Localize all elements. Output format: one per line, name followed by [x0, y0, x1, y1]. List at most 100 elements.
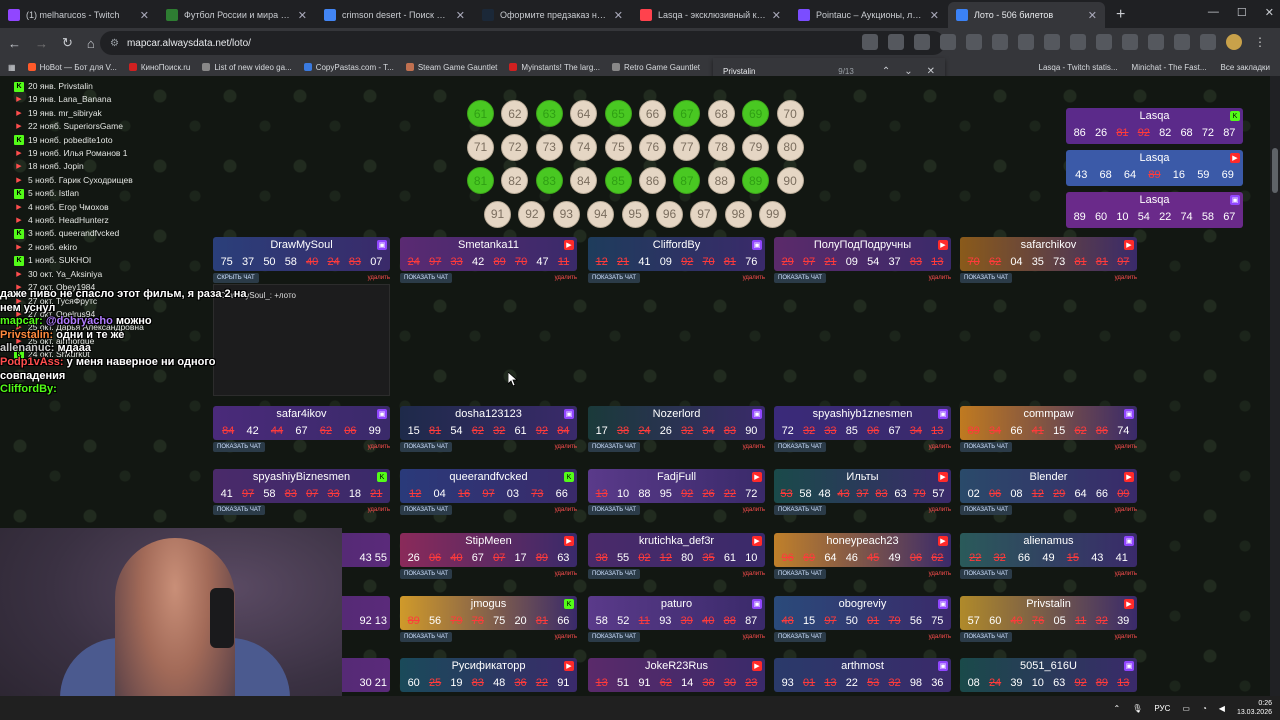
delete-ticket-link[interactable]: удалить — [1115, 571, 1137, 577]
extension-icon-5[interactable] — [1070, 34, 1086, 50]
delete-ticket-link[interactable]: удалить — [743, 507, 765, 513]
show-chat-button[interactable]: ПОКАЗАТЬ ЧАТ — [400, 569, 453, 579]
show-chat-button[interactable]: ПОКАЗАТЬ ЧАТ — [588, 632, 641, 642]
menu-kebab-icon[interactable]: ⋮ — [1252, 34, 1268, 50]
display-icon[interactable]: ▭ — [1182, 704, 1190, 713]
bookmark-item[interactable]: КиноПоиск.ru — [128, 63, 190, 72]
hide-chat-button[interactable]: СКРЫТЬ ЧАТ — [213, 273, 259, 283]
tab-close-icon[interactable]: ✕ — [140, 9, 149, 22]
extension-icon-3[interactable] — [1018, 34, 1034, 50]
browser-tab[interactable]: Оформите предзаказ на Crim ✕ — [474, 2, 631, 28]
delete-ticket-link[interactable]: удалить — [555, 275, 577, 281]
show-chat-button[interactable]: ПОКАЗАТЬ ЧАТ — [400, 632, 453, 642]
delete-ticket-link[interactable]: удалить — [929, 634, 951, 640]
close-window-icon[interactable]: ✕ — [1265, 6, 1274, 19]
bookmark-item[interactable]: Steam Game Gauntlet — [405, 63, 497, 72]
show-chat-button[interactable]: ПОКАЗАТЬ ЧАТ — [400, 505, 453, 515]
find-prev-icon[interactable]: ⌃ — [882, 66, 890, 77]
scrollbar-thumb[interactable] — [1272, 148, 1278, 193]
delete-ticket-link[interactable]: удалить — [1115, 444, 1137, 450]
extension-icon-6[interactable] — [1096, 34, 1112, 50]
minimize-icon[interactable]: — — [1208, 6, 1219, 19]
extensions-menu-icon[interactable] — [1200, 34, 1216, 50]
show-chat-button[interactable]: ПОКАЗАТЬ ЧАТ — [960, 505, 1013, 515]
browser-tab[interactable]: Pointauc – Аукционы, лотере ✕ — [790, 2, 947, 28]
find-icon[interactable] — [914, 34, 930, 50]
bookmark-item[interactable]: Minichat - The Fast... — [1132, 63, 1207, 72]
language-indicator[interactable]: РУС — [1154, 704, 1170, 713]
home-icon[interactable]: ⌂ — [87, 36, 95, 51]
delete-ticket-link[interactable]: удалить — [743, 444, 765, 450]
delete-ticket-link[interactable]: удалить — [555, 444, 577, 450]
extension-icon-1[interactable] — [966, 34, 982, 50]
tab-close-icon[interactable]: ✕ — [456, 9, 465, 22]
forward-icon[interactable]: → — [35, 36, 48, 51]
delete-ticket-link[interactable]: удалить — [929, 275, 951, 281]
browser-tab[interactable]: crimson desert - Поиск в Goog ✕ — [316, 2, 473, 28]
new-tab-button[interactable]: + — [1106, 6, 1135, 28]
mic-tray-icon[interactable]: 🎙 — [1132, 704, 1142, 713]
show-chat-button[interactable]: ПОКАЗАТЬ ЧАТ — [588, 505, 641, 515]
find-input[interactable]: Privstalin — [723, 67, 838, 76]
bookmark-item[interactable]: НоBot — Бот для V... — [27, 63, 117, 72]
delete-ticket-link[interactable]: удалить — [555, 571, 577, 577]
show-chat-button[interactable]: ПОКАЗАТЬ ЧАТ — [774, 569, 827, 579]
show-chat-button[interactable]: ПОКАЗАТЬ ЧАТ — [960, 442, 1013, 452]
translate-icon[interactable] — [862, 34, 878, 50]
extension-icon-2[interactable] — [992, 34, 1008, 50]
extension-icon-9[interactable] — [1174, 34, 1190, 50]
show-chat-button[interactable]: ПОКАЗАТЬ ЧАТ — [960, 569, 1013, 579]
delete-ticket-link[interactable]: удалить — [1115, 634, 1137, 640]
volume-icon[interactable]: ◀ — [1219, 704, 1225, 713]
apps-grid-icon[interactable]: ▦ — [8, 63, 16, 72]
bookmark-item[interactable]: CopyPastas.com - T... — [303, 63, 394, 72]
profile-avatar[interactable] — [1226, 34, 1242, 50]
show-chat-button[interactable]: ПОКАЗАТЬ ЧАТ — [588, 273, 641, 283]
browser-tab[interactable]: Лото - 506 билетов ✕ — [948, 2, 1105, 28]
show-chat-button[interactable]: ПОКАЗАТЬ ЧАТ — [213, 442, 266, 452]
browser-tab[interactable]: Lasqa - эксклюзивный контен ✕ — [632, 2, 789, 28]
show-chat-button[interactable]: ПОКАЗАТЬ ЧАТ — [774, 505, 827, 515]
show-chat-button[interactable]: ПОКАЗАТЬ ЧАТ — [400, 442, 453, 452]
show-chat-button[interactable]: ПОКАЗАТЬ ЧАТ — [774, 632, 827, 642]
delete-ticket-link[interactable]: удалить — [368, 275, 390, 281]
extension-icon-7[interactable] — [1122, 34, 1138, 50]
show-chat-button[interactable]: ПОКАЗАТЬ ЧАТ — [213, 505, 266, 515]
tab-close-icon[interactable]: ✕ — [930, 9, 939, 22]
bookmark-item[interactable]: Retro Game Gauntlet — [611, 63, 700, 72]
tray-chevron-icon[interactable]: ⌃ — [1114, 704, 1121, 713]
show-chat-button[interactable]: ПОКАЗАТЬ ЧАТ — [588, 569, 641, 579]
show-chat-button[interactable]: ПОКАЗАТЬ ЧАТ — [774, 273, 827, 283]
bookmark-item[interactable]: Lasqa - Twitch statis... — [1039, 63, 1118, 72]
delete-ticket-link[interactable]: удалить — [1115, 507, 1137, 513]
find-close-icon[interactable]: ✕ — [927, 66, 935, 77]
site-info-icon[interactable]: ⚙ — [110, 38, 119, 49]
browser-tab[interactable]: (1) melharucos - Twitch ✕ — [0, 2, 157, 28]
tab-close-icon[interactable]: ✕ — [614, 9, 623, 22]
delete-ticket-link[interactable]: удалить — [368, 507, 390, 513]
tab-close-icon[interactable]: ✕ — [1088, 9, 1097, 22]
tab-close-icon[interactable]: ✕ — [772, 9, 781, 22]
bookmark-item[interactable]: Myinstants! The larg... — [509, 63, 600, 72]
delete-ticket-link[interactable]: удалить — [929, 444, 951, 450]
delete-ticket-link[interactable]: удалить — [1115, 275, 1137, 281]
extension-icon-4[interactable] — [1044, 34, 1060, 50]
delete-ticket-link[interactable]: удалить — [555, 507, 577, 513]
show-chat-button[interactable]: ПОКАЗАТЬ ЧАТ — [960, 273, 1013, 283]
network-icon[interactable]: ◔ — [1202, 704, 1207, 713]
reload-icon[interactable]: ↻ — [62, 35, 73, 51]
delete-ticket-link[interactable]: удалить — [743, 275, 765, 281]
show-chat-button[interactable]: ПОКАЗАТЬ ЧАТ — [774, 442, 827, 452]
bookmark-star-icon[interactable] — [940, 34, 956, 50]
clock[interactable]: 0:26 13.03.2026 — [1237, 699, 1272, 717]
show-chat-button[interactable]: ПОКАЗАТЬ ЧАТ — [588, 442, 641, 452]
address-bar[interactable]: ⚙ mapcar.alwaysdata.net/loto/ — [100, 31, 945, 55]
maximize-icon[interactable]: ☐ — [1237, 6, 1247, 19]
bookmark-item[interactable]: Все закладки — [1221, 63, 1270, 72]
extension-icon-8[interactable] — [1148, 34, 1164, 50]
delete-ticket-link[interactable]: удалить — [743, 571, 765, 577]
delete-ticket-link[interactable]: удалить — [929, 507, 951, 513]
tab-close-icon[interactable]: ✕ — [298, 9, 307, 22]
delete-ticket-link[interactable]: удалить — [555, 634, 577, 640]
delete-ticket-link[interactable]: удалить — [743, 634, 765, 640]
